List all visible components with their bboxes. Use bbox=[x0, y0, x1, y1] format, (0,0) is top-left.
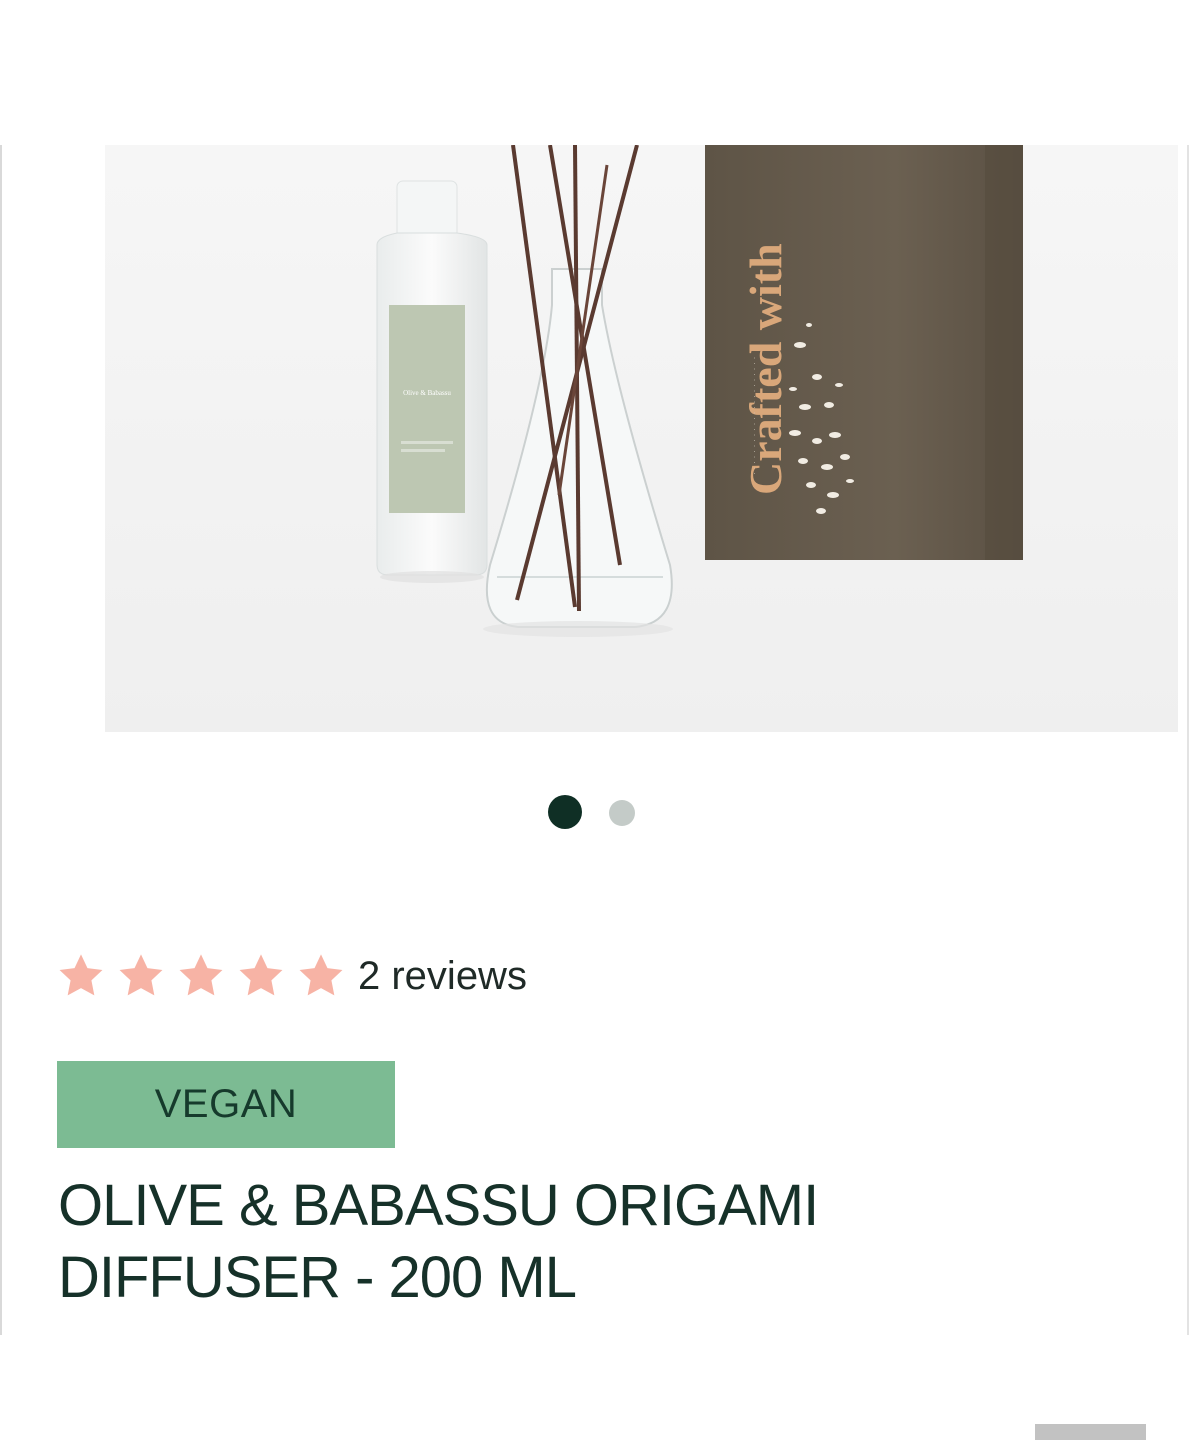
product-image[interactable]: Olive & Babassu Crafted with · · · · · ·… bbox=[105, 145, 1178, 732]
carousel-dot-1-active[interactable] bbox=[548, 795, 582, 829]
frame-border-left bbox=[0, 145, 2, 1335]
star-icon bbox=[299, 954, 343, 996]
scroll-to-top-button[interactable] bbox=[1035, 1424, 1146, 1440]
carousel-pagination bbox=[0, 790, 1189, 834]
carousel-dot-2[interactable] bbox=[609, 800, 635, 826]
star-icon bbox=[179, 954, 223, 996]
refill-bottle: Olive & Babassu bbox=[376, 180, 488, 583]
product-title: OLIVE & BABASSU ORIGAMI DIFFUSER - 200 M… bbox=[58, 1173, 819, 1310]
product-photo: Olive & Babassu Crafted with · · · · · ·… bbox=[105, 145, 1178, 732]
box-brand-text: Crafted with bbox=[740, 243, 791, 495]
star-icon bbox=[59, 954, 103, 996]
gift-box: Crafted with · · · · · · · · · · · · · ·… bbox=[705, 145, 1023, 560]
box-small-print: · · · · · · · · · · · · · · · · · · · · … bbox=[749, 357, 759, 475]
product-rating: 2 reviews bbox=[56, 948, 527, 1004]
star-icon bbox=[119, 954, 163, 996]
reviews-link[interactable]: 2 reviews bbox=[358, 954, 527, 999]
vegan-badge: VEGAN bbox=[57, 1061, 395, 1148]
bottle-label-text: Olive & Babassu bbox=[403, 389, 451, 397]
star-icon bbox=[239, 954, 283, 996]
rating-stars bbox=[56, 951, 346, 1001]
